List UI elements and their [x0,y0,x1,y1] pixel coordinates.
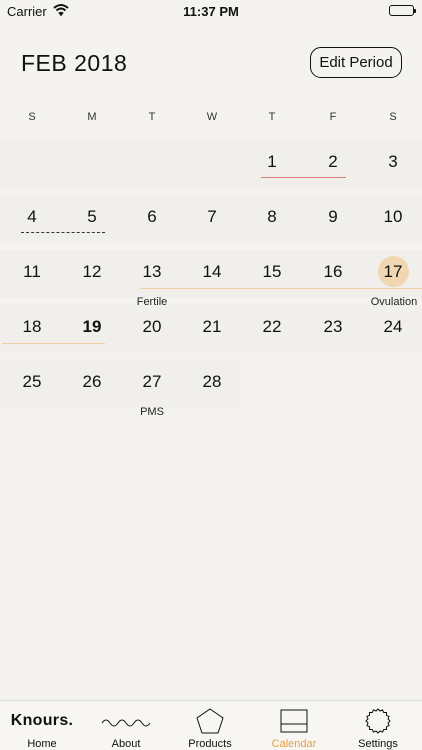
day-cell[interactable]: 28 [182,372,242,392]
day-cell[interactable]: 15 [242,262,302,282]
day-cell[interactable]: 17 [363,262,422,282]
weekday-label: T [148,111,156,123]
day-cell[interactable]: 20 [122,317,182,337]
status-time: 11:37 PM [183,4,239,19]
tab-products[interactable]: Products [168,701,252,750]
day-cell[interactable]: 2 [303,152,363,172]
day-cell[interactable]: 12 [62,262,122,282]
day-cell[interactable]: 9 [303,207,363,227]
day-cell[interactable]: 1 [242,152,302,172]
tab-label: Products [188,738,232,750]
tab-label: Home [27,738,57,750]
weekday-label: M [87,111,97,123]
knours-logo: Knours. [10,712,74,729]
day-cell[interactable]: 11 [2,262,62,282]
day-cell[interactable]: 4 [2,207,62,227]
tab-label: Calendar [271,738,317,750]
day-cell[interactable]: 6 [122,207,182,227]
day-cell[interactable]: 16 [303,262,363,282]
day-cell[interactable]: 10 [363,207,422,227]
tab-about[interactable]: About [84,701,168,750]
tab-label: About [111,738,141,750]
fertile-label: Fertile [136,296,168,308]
status-bar: Carrier 11:37 PM [0,0,422,22]
day-cell[interactable]: 26 [62,372,122,392]
tab-label: Settings [358,738,398,750]
day-cell[interactable]: 5 [62,207,122,227]
day-cell[interactable]: 18 [2,317,62,337]
fertile-window-line-cont [2,343,105,344]
day-cell[interactable]: 13 [122,262,182,282]
predicted-period-line [21,232,105,233]
day-cell-today[interactable]: 19 [62,317,122,337]
day-cell[interactable]: 8 [242,207,302,227]
tab-calendar[interactable]: Calendar [252,701,336,750]
day-cell[interactable]: 3 [363,152,422,172]
day-cell[interactable]: 14 [182,262,242,282]
calendar-icon [252,707,336,735]
day-cell[interactable]: 21 [182,317,242,337]
tab-settings[interactable]: Settings [336,701,420,750]
weekday-label: S [28,111,36,123]
day-cell[interactable]: 7 [182,207,242,227]
period-line [261,177,346,178]
gear-icon [336,707,420,735]
pms-label: PMS [140,406,164,418]
tab-bar: Knours. Home About Products Calendar Set… [0,700,422,750]
weekday-label: F [329,111,337,123]
weekday-label: W [206,111,218,123]
day-cell[interactable]: 23 [303,317,363,337]
month-title: FEB 2018 [21,50,128,76]
day-cell[interactable]: 25 [2,372,62,392]
day-cell[interactable]: 22 [242,317,302,337]
ovulation-label: Ovulation [370,296,418,308]
day-cell[interactable]: 27 [122,372,182,392]
battery-icon [389,5,416,16]
fertile-window-line [140,288,422,289]
wave-icon [84,707,168,735]
tab-home[interactable]: Knours. Home [0,701,84,750]
edit-period-button[interactable]: Edit Period [310,47,402,78]
weekday-label: S [389,111,397,123]
day-cell[interactable]: 24 [363,317,422,337]
pentagon-icon [168,707,252,735]
weekday-label: T [268,111,276,123]
